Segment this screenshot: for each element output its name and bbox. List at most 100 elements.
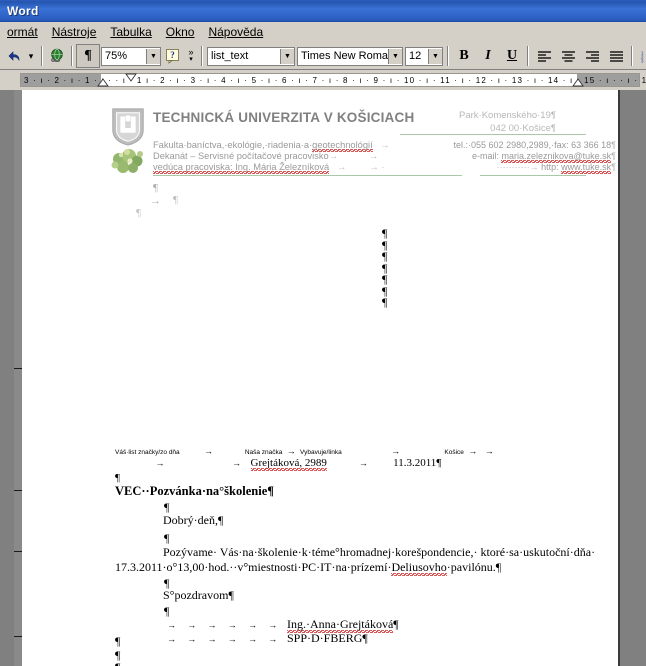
tab-arrow-mark: → [343,446,443,456]
pilcrow-mark: ¶ [550,110,556,121]
pilcrow-mark: ¶ [436,457,442,469]
vertical-ruler-strip [14,90,22,666]
pilcrow-mark: ¶ [217,513,224,527]
undo-icon[interactable] [2,45,24,67]
menu-item-tools[interactable]: Nástroje [45,23,104,41]
reference-col2-header: Naša značka [244,449,283,456]
right-indent-marker[interactable] [572,78,584,87]
tab-arrow-mark: → → [115,458,248,468]
style-value: list_text [211,50,249,62]
signature-dept: SPP·D·FBERG [287,631,363,645]
document-page[interactable]: TECHNICKÁ UNIVERZITA V KOŠICIACH Park·Ko… [22,90,618,666]
font-chevron-down-icon[interactable]: ▼ [388,48,402,64]
formatting-toolbar: ▾ ¶ 75% ▼ ? » ▾ list_text ▼ Times New Ro… [0,43,646,70]
toolbar-overflow-icon[interactable]: » ▾ [184,45,198,67]
tab-arrow-mark: → → → → → → [167,634,284,644]
letterhead-address: Park·Komenského·19¶ 042 00·Košice¶ [459,109,556,135]
align-justify-icon[interactable] [604,45,628,67]
svg-text:3: 3 [641,58,644,63]
empty-paragraph-column: ¶ ¶ ¶ ¶ ¶ ¶ ¶ [382,227,388,309]
menu-item-help-label: Nápověda [208,25,264,39]
tab-arrow-mark: → [181,446,243,456]
left-indent-marker[interactable] [97,78,109,87]
pilcrow-mark: ¶ [115,660,120,666]
letterhead-rule [400,134,586,135]
show-formatting-marks-pilcrow-icon[interactable]: ¶ [76,44,100,68]
subject-text: VEC··Pozvánka·na°školenie [115,484,268,498]
underline-button[interactable]: U [500,45,524,67]
university-name: TECHNICKÁ UNIVERZITA V KOŠICIACH [153,110,415,125]
title-bar: Word [0,0,646,22]
pilcrow-mark: ¶ [173,194,178,206]
pilcrow-mark: ¶ [611,140,616,150]
font-size-combobox[interactable]: 12 ▼ [405,46,443,66]
numbered-list-icon[interactable]: 1 2 3 [636,45,646,67]
menu-item-format[interactable]: ormát [0,23,45,41]
tab-arrow-mark: → [328,151,338,161]
style-chevron-down-icon[interactable]: ▼ [280,48,294,64]
bold-button[interactable]: B [452,45,476,67]
ruler-track[interactable]: 3 · ı · 2 · ı · 1 · ı · · ı · 1 ı · 2 · … [20,73,646,87]
greeting-line: Dobrý·deň,¶ [163,513,223,528]
reference-col3-header: Vybavuje/linka [300,449,342,456]
align-right-icon[interactable] [580,45,604,67]
underline-label: U [506,48,518,63]
body-line-2-b: Deliusovho [391,560,447,576]
letterhead-rule [480,175,586,176]
font-size-chevron-down-icon[interactable]: ▼ [428,48,442,64]
menu-item-window[interactable]: Okno [159,23,202,41]
tab-arrow-mark: ···········→ [496,162,542,172]
tab-arrow-mark: → → → → → → [167,620,284,630]
toolbar-separator [631,46,633,66]
insert-hyperlink-globe-icon[interactable] [46,45,68,67]
undo-dropdown-chevron-down-icon[interactable]: ▾ [24,45,38,67]
pilcrow-mark: ¶ [115,634,121,648]
tab-arrow-mark: → [338,151,379,161]
zoom-combobox[interactable]: 75% ▼ [101,46,161,66]
pilcrow-mark: ¶ [495,560,502,574]
pilcrow-mark: ¶ [611,162,616,172]
menu-item-tools-label: Nástroje [51,25,97,39]
pilcrow-mark: ¶ [267,484,275,498]
menu-item-help[interactable]: Nápověda [201,23,270,41]
faculty-line-2: Dekanát – Servisné počítačové pracovisko [153,151,329,161]
italic-label: I [485,48,491,63]
zoom-chevron-down-icon[interactable]: ▼ [146,48,160,64]
menu-item-format-label: ormát [7,25,38,39]
document-canvas[interactable]: TECHNICKÁ UNIVERZITA V KOŠICIACH Park·Ko… [0,90,646,666]
reference-col1-header: Váš·list značky/zo dňa [115,449,180,456]
first-line-indent-marker[interactable] [125,73,137,82]
tab-arrow-mark: → → [465,446,494,456]
faculty-line-1-a: Fakulta·baníctva,·ekológie,·riadenia·a· [153,140,313,150]
tab-arrow-mark: → · [346,162,385,172]
window-title: Word [7,4,39,18]
ruler-tick-labels: 3 · ı · 2 · ı · 1 · ı · · ı · 1 ı · 2 · … [24,75,646,85]
pilcrow-mark: ¶ [228,588,234,602]
zoom-value: 75% [105,50,128,62]
font-combobox[interactable]: Times New Roman ▼ [297,46,403,66]
closing-text: S°pozdravom [163,588,229,602]
contact-line-3-label: http: [541,162,562,172]
menu-item-table[interactable]: Tabulka [103,23,158,41]
italic-button[interactable]: I [476,45,500,67]
toolbar-separator [71,46,73,66]
style-combobox[interactable]: list_text ▼ [207,46,295,66]
pilcrow-mark: ¶ [382,295,388,309]
align-left-icon[interactable] [532,45,556,67]
pilcrow-mark: ¶ [164,531,170,545]
pilcrow-mark: ¶ [611,151,616,161]
pilcrow-mark: ¶ [153,182,158,194]
body-line-2-a: 17.3.2011·o°13,00·hod.··v°miestnosti·PC·… [115,560,392,574]
tu-shield-logo [112,108,144,146]
menu-item-window-label: Okno [165,25,195,39]
font-value: Times New Roman [301,50,388,62]
pilcrow-mark: ¶ [393,617,399,631]
align-center-icon[interactable] [556,45,580,67]
letterhead-rule [153,175,462,176]
floral-watermark-image [111,149,143,173]
help-question-icon[interactable]: ? [162,45,184,67]
toolbar-separator [447,46,449,66]
menu-bar: ormát Nástroje Tabulka Okno Nápověda [0,22,646,43]
toolbar-separator [527,46,529,66]
signature-line-name: → → → → → → Ing.·Anna·Grejtáková¶ [167,617,399,633]
